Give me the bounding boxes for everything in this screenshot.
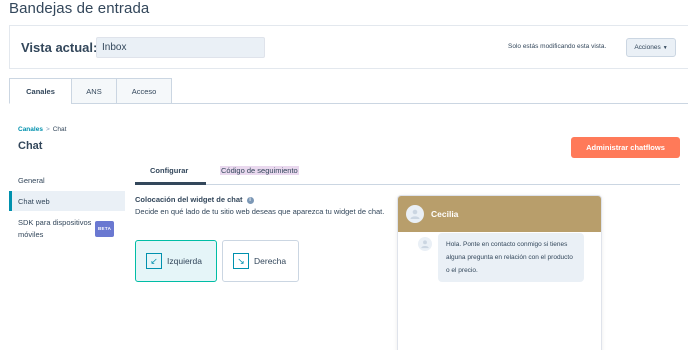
view-bar: Vista actual: Inbox Solo estás modifican…: [9, 25, 688, 69]
arrow-down-left-icon: ↙: [146, 253, 162, 269]
sidebar-item-sdk[interactable]: SDK para dispositivos móviles BETA: [9, 217, 125, 241]
actions-button[interactable]: Acciones ▼: [626, 38, 676, 57]
breadcrumb-separator: >: [45, 126, 50, 133]
placement-right-label: Derecha: [254, 256, 287, 266]
subtabs: Configurar Código de seguimiento: [135, 162, 680, 185]
placement-right-option[interactable]: ↘ Derecha: [222, 240, 299, 282]
agent-name: Cecilia: [431, 209, 459, 219]
section-title: Chat: [18, 140, 43, 152]
placement-left-option[interactable]: ↙ Izquierda: [135, 240, 217, 282]
placement-title-text: Colocación del widget de chat: [135, 195, 243, 204]
placement-left-label: Izquierda: [167, 256, 202, 266]
user-avatar-icon: [418, 237, 432, 251]
breadcrumb-current: Chat: [52, 126, 67, 133]
sidebar-item-chat-web[interactable]: Chat web: [9, 191, 125, 211]
arrow-down-right-icon: ↘: [233, 253, 249, 269]
tab-ans[interactable]: ANS: [71, 78, 116, 104]
user-avatar-icon: [406, 205, 424, 223]
view-note: Solo estás modificando esta vista.: [508, 43, 607, 50]
tabs-divider: [172, 103, 688, 104]
sidebar-item-label: SDK para dispositivos móviles: [18, 218, 92, 239]
subtab-active-underline: [135, 182, 206, 185]
chat-message-bubble: Hola. Ponte en contacto conmigo si tiene…: [438, 233, 584, 282]
page-title: Bandejas de entrada: [9, 0, 150, 17]
main-tabs: Canales ANS Acceso: [9, 78, 172, 104]
subtab-configurar[interactable]: Configurar: [150, 166, 188, 175]
sidebar-item-general[interactable]: General: [9, 176, 45, 185]
subtab-codigo-seguimiento[interactable]: Código de seguimiento: [220, 166, 299, 175]
sidebar-item-label: General: [18, 176, 45, 185]
view-label: Vista actual:: [21, 40, 98, 55]
breadcrumb-canales-link[interactable]: Canales: [18, 126, 43, 133]
beta-badge: BETA: [95, 221, 115, 237]
placement-description: Decide en qué lado de tu sitio web desea…: [135, 207, 385, 216]
placement-title: Colocación del widget de chat i: [135, 195, 254, 204]
chat-widget-preview: Cecilia Hola. Ponte en contacto conmigo …: [397, 195, 602, 350]
widget-header: Cecilia: [398, 196, 601, 232]
tab-acceso[interactable]: Acceso: [116, 78, 172, 104]
caret-down-icon: ▼: [662, 44, 668, 51]
actions-label: Acciones: [634, 44, 661, 51]
info-icon[interactable]: i: [246, 196, 254, 204]
sidebar-item-label: Chat web: [18, 196, 50, 206]
breadcrumb: Canales > Chat: [18, 126, 66, 133]
view-input[interactable]: Inbox: [96, 37, 265, 58]
tab-canales[interactable]: Canales: [9, 78, 71, 104]
manage-chatflows-button[interactable]: Administrar chatflows: [571, 137, 680, 158]
